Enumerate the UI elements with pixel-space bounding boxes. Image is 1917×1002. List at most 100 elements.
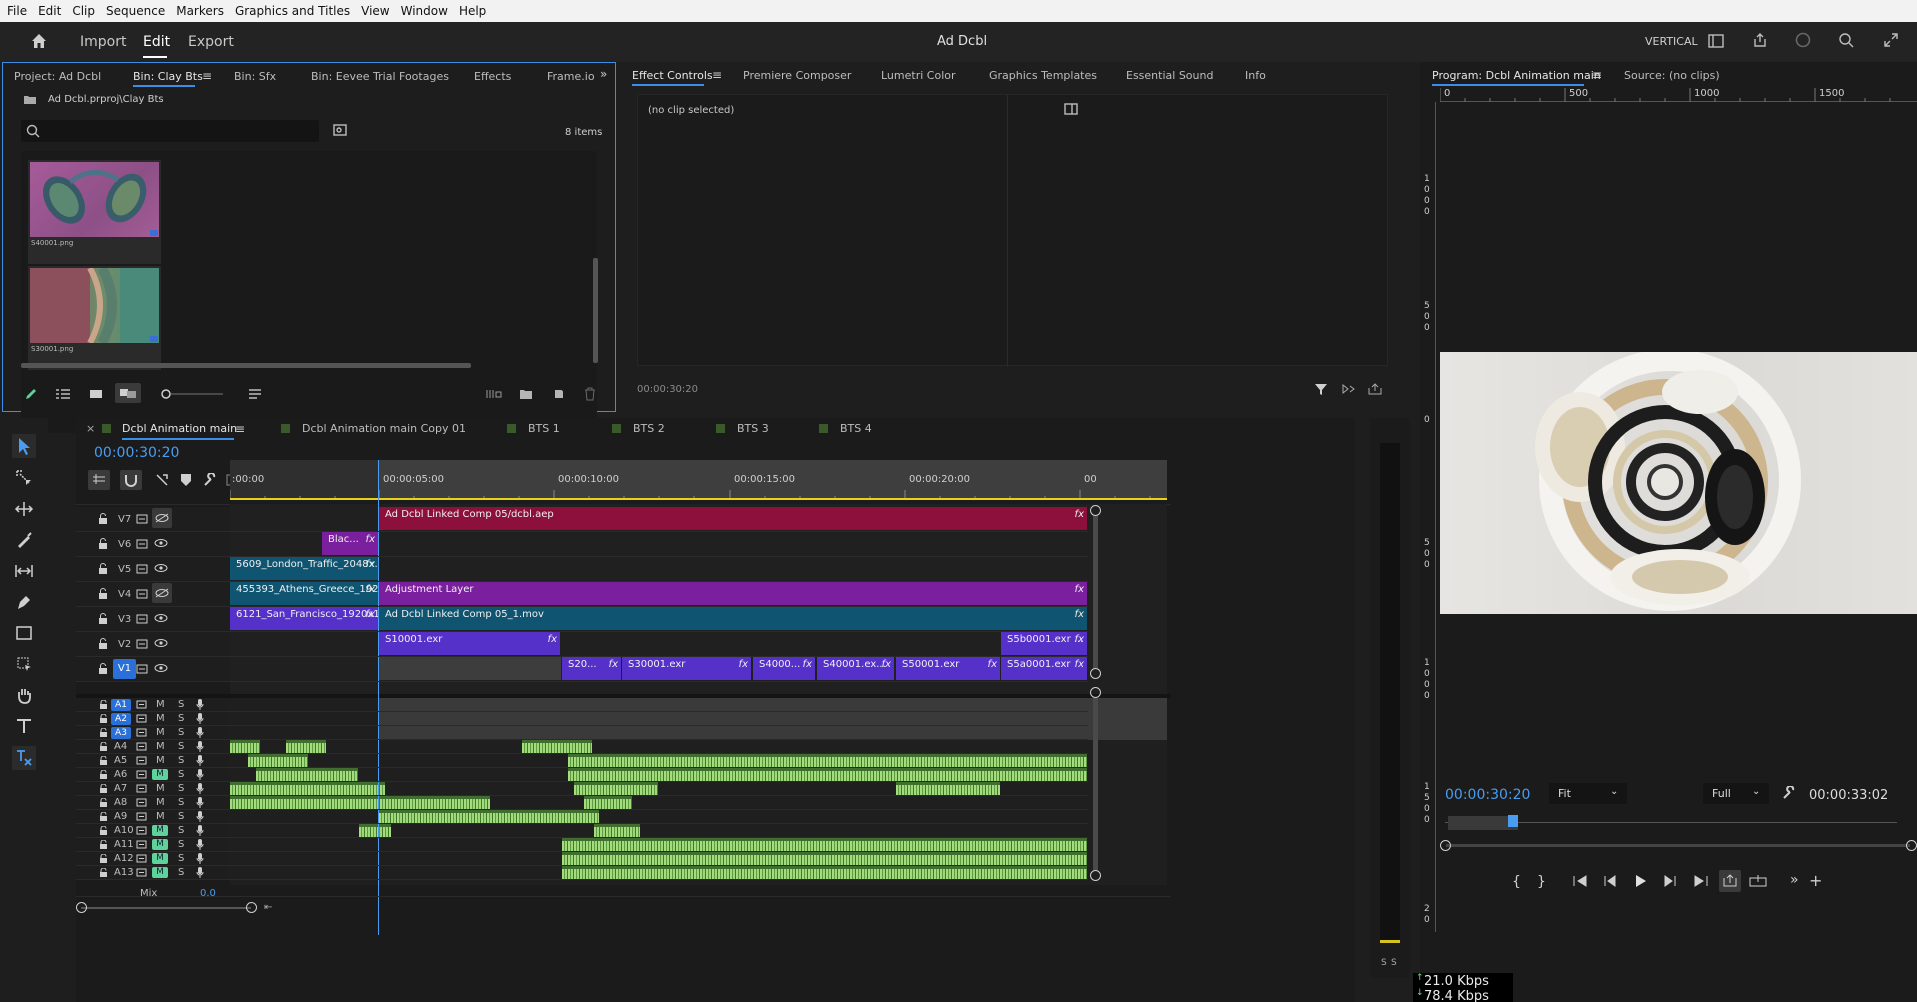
audio-clip[interactable] xyxy=(230,796,490,809)
automate-to-sequence-icon[interactable] xyxy=(486,388,502,400)
mute-button[interactable]: M xyxy=(156,783,165,794)
audio-clip[interactable] xyxy=(248,754,308,767)
caption-tool[interactable] xyxy=(12,746,36,770)
solo-button[interactable]: S xyxy=(178,839,184,850)
solo-button[interactable]: S xyxy=(178,755,184,766)
solo-button[interactable]: S xyxy=(178,783,184,794)
lock-icon[interactable] xyxy=(98,638,108,650)
tab-bts-4[interactable]: BTS 4 xyxy=(840,422,872,435)
menu-sequence[interactable]: Sequence xyxy=(106,4,165,18)
audio-clip[interactable] xyxy=(584,796,632,809)
track-label[interactable]: A2 xyxy=(111,713,131,725)
tab-menu-icon[interactable]: ≡ xyxy=(235,422,245,436)
snap-button[interactable] xyxy=(120,470,142,490)
tab-sequence-copy[interactable]: Dcbl Animation main Copy 01 xyxy=(302,422,466,435)
hand-tool[interactable] xyxy=(14,685,34,705)
track-label[interactable]: A8 xyxy=(114,797,127,808)
audio-vertical-scrollbar[interactable] xyxy=(1093,698,1098,870)
clip-v1-s5a0001[interactable]: S5a0001.exr fx xyxy=(1001,657,1087,680)
lock-icon[interactable] xyxy=(99,812,108,822)
thumbnail-item[interactable]: S40001.png xyxy=(28,160,161,264)
playback-resolution-dropdown[interactable]: Full ⌄ xyxy=(1703,783,1769,804)
go-to-out-icon[interactable] xyxy=(1693,875,1709,887)
audio-track-header[interactable]: A7 M S xyxy=(76,782,230,796)
sync-lock-icon[interactable] xyxy=(136,812,147,822)
add-marker-icon[interactable] xyxy=(180,473,192,487)
nest-toggle-button[interactable] xyxy=(88,470,110,490)
workspace-export[interactable]: Export xyxy=(188,34,234,50)
audio-track-header[interactable]: A6 M S xyxy=(76,768,230,782)
solo-button[interactable]: S xyxy=(178,853,184,864)
eye-off-icon[interactable] xyxy=(152,583,172,603)
track-label[interactable]: A9 xyxy=(114,811,127,822)
tab-bts-3[interactable]: BTS 3 xyxy=(737,422,769,435)
search-input[interactable] xyxy=(45,123,313,139)
mute-button[interactable]: M xyxy=(156,713,165,724)
trash-icon[interactable] xyxy=(584,387,596,401)
playhead-marker[interactable] xyxy=(1508,815,1518,827)
lock-icon[interactable] xyxy=(98,538,108,550)
tab-lumetri-color[interactable]: Lumetri Color xyxy=(881,69,956,82)
microphone-icon[interactable] xyxy=(196,699,204,711)
tab-menu-icon[interactable]: ≡ xyxy=(712,68,722,82)
audio-clip[interactable] xyxy=(568,768,1087,781)
timeline-horizontal-scrollbar[interactable] xyxy=(76,902,257,914)
mute-button[interactable]: M xyxy=(156,699,165,710)
track-label[interactable]: A12 xyxy=(114,853,134,864)
more-controls-icon[interactable]: » xyxy=(1790,872,1799,888)
step-forward-icon[interactable] xyxy=(1663,875,1677,887)
play-icon[interactable] xyxy=(1635,874,1647,888)
icon-view-icon[interactable] xyxy=(89,388,103,400)
track-select-tool[interactable] xyxy=(14,468,34,488)
audio-track-header[interactable]: A3 M S xyxy=(76,726,230,740)
audio-clip[interactable] xyxy=(230,782,385,795)
clip-v4-athens[interactable]: 455393_Athens_Greece_192... fx xyxy=(230,582,378,605)
tab-bin-sfx[interactable]: Bin: Sfx xyxy=(234,70,276,83)
video-vertical-scrollbar[interactable] xyxy=(1093,516,1098,668)
new-search-bin-icon[interactable] xyxy=(333,124,347,136)
sync-lock-icon[interactable] xyxy=(136,538,148,550)
audio-track-header[interactable]: A1 M S xyxy=(76,698,230,712)
audio-clip[interactable] xyxy=(594,824,640,837)
menu-markers[interactable]: Markers xyxy=(176,4,224,18)
mute-button[interactable]: M xyxy=(156,811,165,822)
play-audio-icon[interactable] xyxy=(1342,383,1358,395)
thumbnail-item[interactable]: S30001.png xyxy=(28,266,161,370)
bin-horizontal-scrollbar[interactable] xyxy=(21,363,471,368)
clip-v1-s50001[interactable]: S50001.exr fx xyxy=(896,657,1000,680)
audio-clip[interactable] xyxy=(562,866,1087,879)
timeline-time-ruler[interactable]: :00:00 00:00:05:00 00:00:10:00 00:00:15:… xyxy=(230,460,1167,500)
microphone-icon[interactable] xyxy=(196,839,204,851)
microphone-icon[interactable] xyxy=(196,811,204,823)
tab-bts-1[interactable]: BTS 1 xyxy=(528,422,560,435)
mark-in-icon[interactable]: { xyxy=(1512,874,1521,890)
track-label[interactable]: V4 xyxy=(118,589,131,600)
clip-v2-s5b0001[interactable]: S5b0001.exr ... fx xyxy=(1001,632,1087,655)
solo-right-button[interactable]: S xyxy=(1391,958,1397,968)
menu-clip[interactable]: Clip xyxy=(72,4,95,18)
eye-icon[interactable] xyxy=(154,637,168,649)
track-label[interactable]: A1 xyxy=(111,699,131,711)
tab-frameio[interactable]: Frame.io xyxy=(547,70,595,83)
video-track-header[interactable]: V2 xyxy=(76,632,230,656)
lock-icon[interactable] xyxy=(99,770,108,780)
clip-v2-s10001[interactable]: S10001.exr fx xyxy=(379,632,560,655)
video-track-header[interactable]: V4 xyxy=(76,582,230,606)
clip-v1-s40001[interactable]: S40001.ex... fx xyxy=(817,657,894,680)
lift-button[interactable] xyxy=(1719,870,1741,892)
lock-icon[interactable] xyxy=(99,700,108,710)
mute-button[interactable]: M xyxy=(156,727,165,738)
zoom-slider[interactable] xyxy=(161,389,225,399)
track-label[interactable]: A6 xyxy=(114,769,127,780)
video-track-header[interactable]: V6 xyxy=(76,532,230,556)
audio-track-header[interactable]: A11 M S xyxy=(76,838,230,852)
sync-lock-icon[interactable] xyxy=(136,798,147,808)
pencil-icon[interactable] xyxy=(24,387,38,401)
tab-menu-icon[interactable]: ≡ xyxy=(202,69,212,83)
tab-source[interactable]: Source: (no clips) xyxy=(1624,69,1720,82)
clip-v6-black[interactable]: Blac... fx xyxy=(322,532,378,555)
lock-icon[interactable] xyxy=(98,563,108,575)
audio-track-header[interactable]: A12 M S xyxy=(76,852,230,866)
solo-button[interactable]: S xyxy=(178,811,184,822)
video-track-header[interactable]: V3 xyxy=(76,607,230,631)
